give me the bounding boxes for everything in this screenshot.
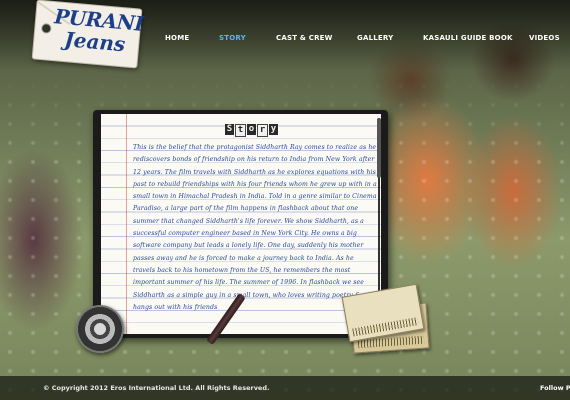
nav-gallery[interactable]: GALLERY (357, 34, 393, 42)
story-heading-letter: t (235, 124, 246, 137)
nav-kasauli-guide-book[interactable]: KASAULI GUIDE BOOK (423, 34, 513, 42)
story-heading: S t o r y (225, 124, 278, 137)
story-heading-letter: y (269, 124, 278, 135)
nav-cast-crew[interactable]: CAST & CREW (276, 34, 333, 42)
story-heading-letter: o (247, 124, 256, 135)
copyright-text: © Copyright 2012 Eros International Ltd.… (43, 384, 270, 392)
follow-link[interactable]: Follow P (540, 384, 570, 392)
main-nav: HOME STORY CAST & CREW GALLERY KASAULI G… (0, 34, 570, 46)
nav-story[interactable]: STORY (219, 34, 246, 42)
footer-bar: © Copyright 2012 Eros International Ltd.… (0, 376, 570, 400)
story-heading-letter: S (225, 124, 234, 135)
story-heading-letter: r (257, 124, 268, 137)
story-text: This is the belief that the protagonist … (133, 144, 377, 311)
film-reel-icon (76, 305, 124, 353)
tag-hole (40, 23, 52, 34)
nav-videos[interactable]: VIDEOS (529, 34, 560, 42)
nav-home[interactable]: HOME (165, 34, 189, 42)
story-scrollbar-thumb[interactable] (377, 118, 381, 178)
